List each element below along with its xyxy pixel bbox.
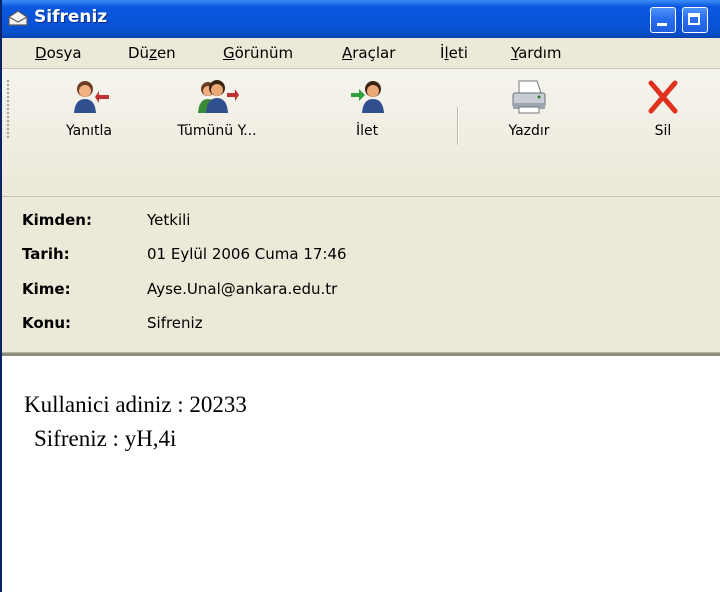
from-row: Kimden: Yetkili [2, 211, 720, 235]
toolbar: Yanıtla Tümünü Y... İlet Yazdır Sil [2, 69, 720, 197]
delete-label: Sil [654, 123, 672, 139]
subject-label: Konu: [22, 314, 72, 332]
toolbar-grip[interactable] [6, 79, 10, 139]
print-label: Yazdır [508, 123, 550, 139]
printer-icon [512, 80, 546, 114]
message-header: Kimden: Yetkili Tarih: 01 Eylül 2006 Cum… [2, 197, 720, 352]
subject-value: Sifreniz [147, 314, 203, 332]
date-row: Tarih: 01 Eylül 2006 Cuma 17:46 [2, 245, 720, 269]
from-label: Kimden: [22, 211, 92, 229]
maximize-button[interactable] [682, 7, 708, 33]
to-value[interactable]: Ayse.Unal@ankara.edu.tr [147, 280, 337, 298]
window-title: Sifreniz [34, 7, 108, 27]
forward-icon [351, 81, 384, 113]
reply-all-label: Tümünü Y... [177, 123, 257, 139]
message-body[interactable]: Kullanici adiniz : 20233 Sifreniz : yH,4… [2, 356, 720, 592]
minimize-button[interactable] [650, 7, 676, 33]
to-label: Kime: [22, 280, 71, 298]
forward-button[interactable]: İlet [342, 77, 392, 139]
print-button[interactable]: Yazdır [494, 77, 564, 139]
forward-label: İlet [355, 123, 379, 139]
envelope-icon [7, 9, 29, 27]
from-value[interactable]: Yetkili [147, 211, 190, 229]
date-value: 01 Eylül 2006 Cuma 17:46 [147, 245, 347, 263]
title-bar[interactable]: Sifreniz [2, 0, 720, 38]
menu-edit[interactable]: Düzen [128, 44, 176, 62]
reply-icon [74, 81, 109, 113]
menu-help[interactable]: Yardım [511, 44, 562, 62]
reply-all-icon [198, 80, 239, 113]
menu-tools[interactable]: Araçlar [342, 44, 395, 62]
menu-bar: Dosya Düzen Görünüm Araçlar İleti Yardım [2, 38, 720, 69]
body-line-password: Sifreniz : yH,4i [34, 426, 177, 451]
subject-row: Konu: Sifreniz [2, 314, 720, 338]
menu-file[interactable]: Dosya [35, 44, 82, 62]
delete-icon [648, 80, 678, 114]
date-label: Tarih: [22, 245, 70, 263]
reply-all-button[interactable]: Tümünü Y... [167, 77, 267, 139]
reply-button[interactable]: Yanıtla [54, 77, 124, 139]
toolbar-separator [457, 107, 459, 145]
delete-button[interactable]: Sil [638, 77, 688, 139]
menu-view[interactable]: Görünüm [223, 44, 293, 62]
reply-label: Yanıtla [66, 123, 112, 139]
to-row: Kime: Ayse.Unal@ankara.edu.tr [2, 280, 720, 304]
mail-window: Sifreniz Dosya Düzen Görünüm Araçlar İle… [0, 0, 720, 592]
menu-message[interactable]: İleti [440, 44, 468, 62]
body-line-username: Kullanici adiniz : 20233 [24, 392, 247, 417]
